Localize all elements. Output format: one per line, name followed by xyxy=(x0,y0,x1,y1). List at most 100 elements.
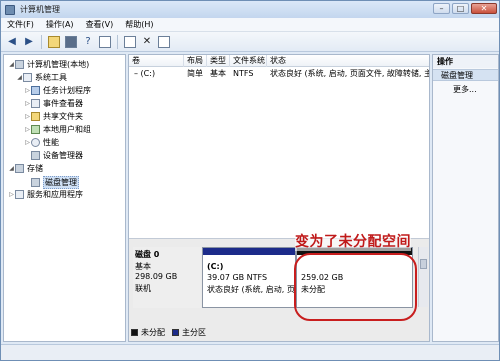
event-log-icon xyxy=(31,99,40,108)
annotation-highlight-oval xyxy=(294,253,417,321)
tree-label: 性能 xyxy=(43,138,59,147)
collapse-arrow-icon[interactable]: ◢ xyxy=(16,74,23,81)
menu-help[interactable]: 帮助(H) xyxy=(119,19,159,30)
expand-arrow-icon[interactable]: ▷ xyxy=(24,87,31,94)
tree-label: 系统工具 xyxy=(35,73,67,82)
annotation-label: 变为了未分配空间 xyxy=(295,231,411,251)
collapse-arrow-icon[interactable]: ◢ xyxy=(8,165,15,172)
title-bar: 计算机管理 – □ ✕ xyxy=(1,1,499,18)
performance-icon xyxy=(31,138,40,147)
minimize-button[interactable]: – xyxy=(433,3,450,14)
menu-bar: 文件(F) 操作(A) 查看(V) 帮助(H) xyxy=(1,18,499,32)
tree-item-root[interactable]: ◢ 计算机管理(本地) xyxy=(8,59,89,70)
tree-label: 设备管理器 xyxy=(43,151,83,160)
graphical-view-scrollbar[interactable] xyxy=(418,247,428,307)
window-title: 计算机管理 xyxy=(20,5,60,14)
actions-pane: 操作 磁盘管理 更多... xyxy=(432,54,499,342)
tree-label: 服务和应用程序 xyxy=(27,190,83,199)
navigation-tree: ◢ 计算机管理(本地) ◢ 系统工具 ▷ 任务计划程序 ▷ 事件查看器 ▷ 共享… xyxy=(3,54,126,342)
more-actions-link[interactable]: 更多... xyxy=(453,84,477,95)
toolbar: ◀ ▶ ? ✕ xyxy=(1,32,499,52)
expand-arrow-icon[interactable]: ▷ xyxy=(24,126,31,133)
tree-item-storage[interactable]: ◢ 存储 xyxy=(8,163,43,174)
refresh-icon[interactable] xyxy=(123,35,137,49)
services-icon xyxy=(15,190,24,199)
cell-volume: – (C:) xyxy=(134,69,156,78)
users-icon xyxy=(31,125,40,134)
expand-arrow-icon[interactable]: ▷ xyxy=(24,100,31,107)
legend: 未分配 主分区 xyxy=(131,327,206,338)
export-list-icon[interactable] xyxy=(157,35,171,49)
disk-icon xyxy=(31,178,40,187)
disk-name: 磁盘 0 xyxy=(135,250,160,259)
shared-folder-icon xyxy=(31,112,40,121)
expand-arrow-icon[interactable]: ▷ xyxy=(8,191,15,198)
tree-item-system-tools[interactable]: ◢ 系统工具 xyxy=(16,72,67,83)
expand-arrow-icon[interactable]: ▷ xyxy=(24,113,31,120)
tree-label: 共享文件夹 xyxy=(43,112,83,121)
toolbar-separator xyxy=(41,34,42,49)
tree-item-services[interactable]: ▷ 服务和应用程序 xyxy=(8,189,83,200)
legend-label-primary: 主分区 xyxy=(182,328,206,337)
tree-item-task-scheduler[interactable]: ▷ 任务计划程序 xyxy=(24,85,91,96)
cell-layout: 简单 xyxy=(187,69,203,78)
actions-title: 操作 xyxy=(433,55,498,68)
partition-size: 39.07 GB NTFS xyxy=(207,273,268,282)
disk-size: 298.09 GB xyxy=(135,272,178,281)
collapse-arrow-icon[interactable]: ◢ xyxy=(8,61,15,68)
maximize-button[interactable]: □ xyxy=(452,3,469,14)
legend-swatch-unallocated xyxy=(131,329,138,336)
tree-item-event-viewer[interactable]: ▷ 事件查看器 xyxy=(24,98,83,109)
legend-swatch-primary xyxy=(172,329,179,336)
tree-item-disk-management[interactable]: 磁盘管理 xyxy=(24,176,79,189)
forward-icon[interactable]: ▶ xyxy=(22,35,36,49)
column-header-filesystem[interactable]: 文件系统 xyxy=(230,55,267,67)
tree-label: 本地用户和组 xyxy=(43,125,91,134)
computer-management-window: 计算机管理 – □ ✕ 文件(F) 操作(A) 查看(V) 帮助(H) ◀ ▶ … xyxy=(0,0,500,361)
tree-label: 磁盘管理 xyxy=(43,176,79,189)
disk-state: 联机 xyxy=(135,284,151,293)
computer-management-icon xyxy=(5,4,15,15)
show-hide-tree-icon[interactable] xyxy=(64,35,78,49)
legend-label-unallocated: 未分配 xyxy=(141,328,165,337)
disk-0-label[interactable]: 磁盘 0 基本 298.09 GB 联机 xyxy=(133,247,201,308)
primary-partition-bar xyxy=(203,248,295,255)
table-row[interactable]: – (C:) 简单 基本 NTFS 状态良好 (系统, 启动, 页面文件, 故障… xyxy=(129,68,429,79)
tree-item-device-manager[interactable]: 设备管理器 xyxy=(24,150,83,161)
device-manager-icon xyxy=(31,151,40,160)
clock-icon xyxy=(31,86,40,95)
partition-name: (C:) xyxy=(207,262,224,271)
tree-label: 计算机管理(本地) xyxy=(27,60,90,69)
actions-section-disk-management[interactable]: 磁盘管理 xyxy=(433,69,498,81)
back-icon[interactable]: ◀ xyxy=(5,35,19,49)
column-header-type[interactable]: 类型 xyxy=(207,55,230,67)
properties-icon[interactable] xyxy=(98,35,112,49)
column-header-volume[interactable]: 卷 xyxy=(129,55,184,67)
cell-status: 状态良好 (系统, 启动, 页面文件, 故障转储, 主分区) xyxy=(270,69,429,78)
menu-view[interactable]: 查看(V) xyxy=(80,19,120,30)
menu-action[interactable]: 操作(A) xyxy=(40,19,80,30)
computer-icon xyxy=(15,60,24,69)
volume-list-header: 卷 布局 类型 文件系统 状态 xyxy=(129,55,429,67)
up-folder-icon[interactable] xyxy=(47,35,61,49)
storage-icon xyxy=(15,164,24,173)
partition-c[interactable]: (C:) 39.07 GB NTFS 状态良好 (系统, 启动, 页面 xyxy=(202,247,303,308)
column-header-layout[interactable]: 布局 xyxy=(184,55,207,67)
menu-file[interactable]: 文件(F) xyxy=(1,19,40,30)
close-button[interactable]: ✕ xyxy=(471,3,497,14)
tree-item-local-users[interactable]: ▷ 本地用户和组 xyxy=(24,124,91,135)
column-header-status[interactable]: 状态 xyxy=(267,55,429,67)
tree-label: 任务计划程序 xyxy=(43,86,91,95)
cell-filesystem: NTFS xyxy=(233,69,254,78)
tree-item-performance[interactable]: ▷ 性能 xyxy=(24,137,59,148)
tree-label: 事件查看器 xyxy=(43,99,83,108)
tools-icon xyxy=(23,73,32,82)
help-icon[interactable]: ? xyxy=(81,35,95,49)
expand-arrow-icon[interactable]: ▷ xyxy=(24,139,31,146)
tree-label: 存储 xyxy=(27,164,43,173)
delete-icon[interactable]: ✕ xyxy=(140,35,154,49)
scrollbar-thumb[interactable] xyxy=(420,259,427,269)
tree-item-shared-folders[interactable]: ▷ 共享文件夹 xyxy=(24,111,83,122)
status-bar xyxy=(1,344,499,360)
toolbar-separator xyxy=(117,34,118,49)
